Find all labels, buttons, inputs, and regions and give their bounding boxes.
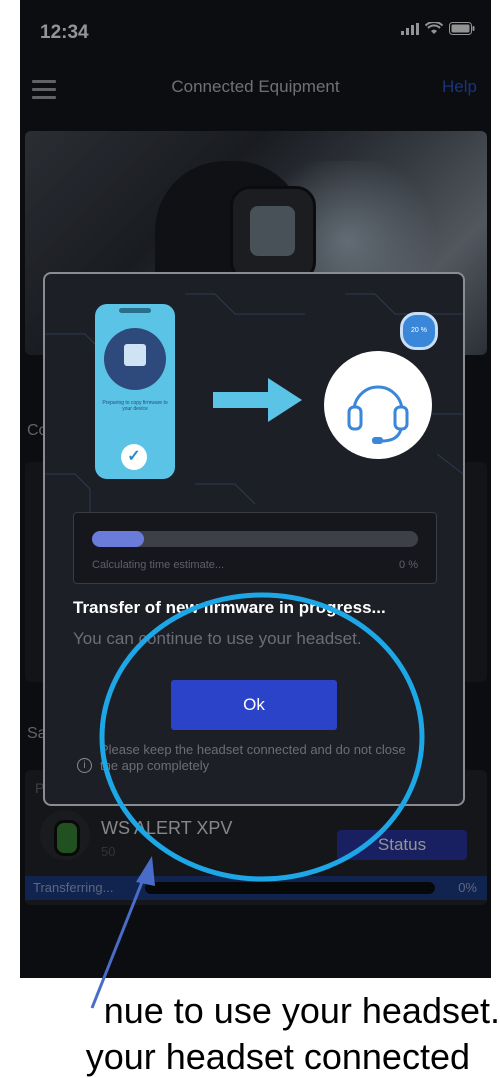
annotation-circle: [99, 592, 425, 882]
annotation-overlay: [90, 592, 425, 1009]
caption-line-2: your headset connected: [85, 1036, 470, 1077]
caption-line-1: nue to use your headset.: [103, 990, 500, 1031]
caption-area: nue to use your headset. your headset co…: [0, 980, 500, 1077]
annotation-arrowhead: [136, 856, 155, 886]
